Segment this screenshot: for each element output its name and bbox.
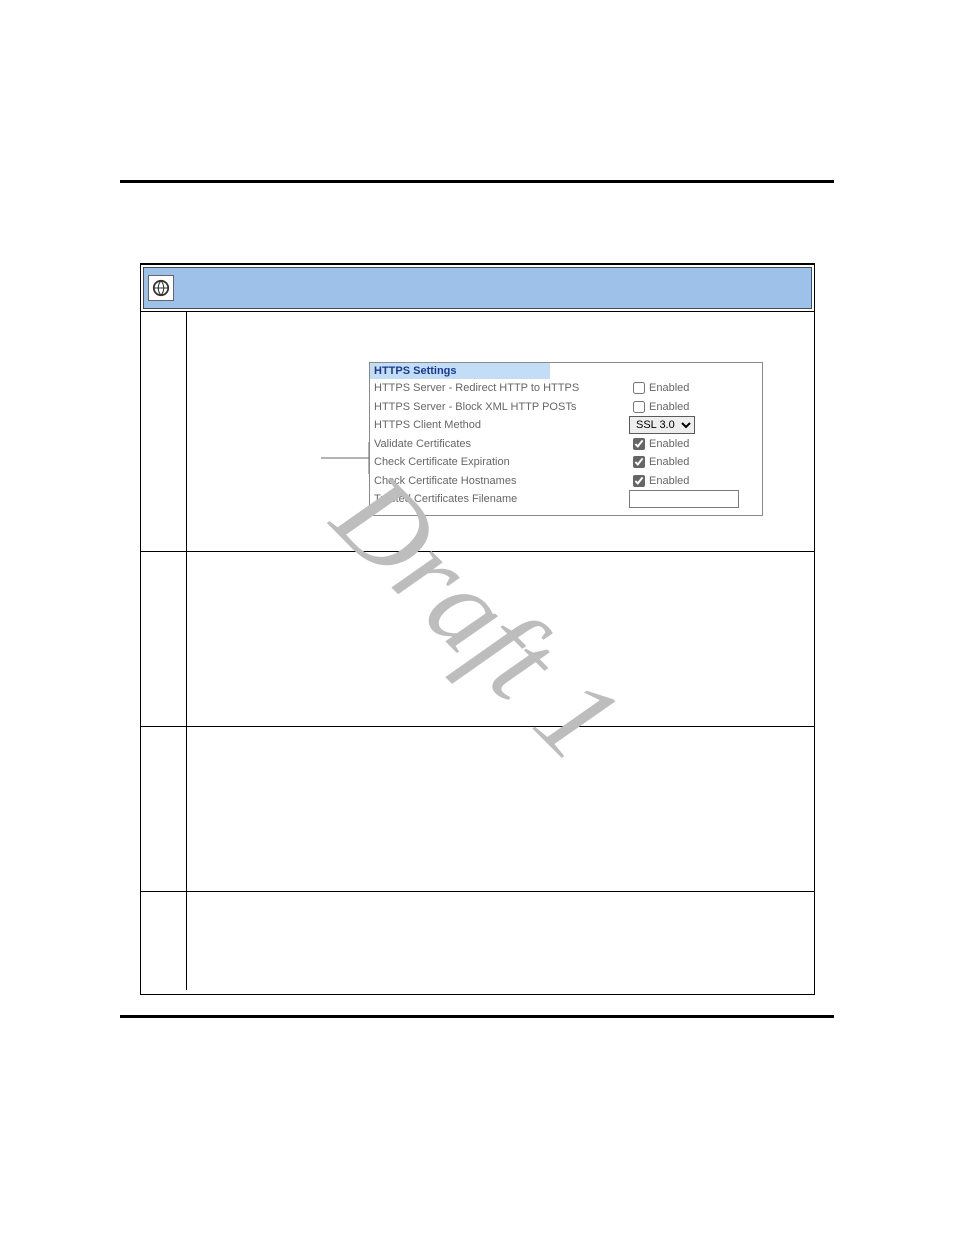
table-row: HTTPS Settings HTTPS Server - Redirect H… bbox=[141, 311, 814, 551]
row-label: Check Certificate Hostnames bbox=[374, 475, 629, 487]
table-row bbox=[141, 726, 814, 891]
row-label: Trusted Certificates Filename bbox=[374, 493, 629, 505]
table-header-row bbox=[143, 267, 812, 309]
row-label: Check Certificate Expiration bbox=[374, 456, 629, 468]
row-validate: Validate Certificates Enabled bbox=[370, 435, 762, 454]
checkbox-label: Enabled bbox=[649, 456, 689, 468]
table-row bbox=[141, 551, 814, 726]
row-redirect: HTTPS Server - Redirect HTTP to HTTPS En… bbox=[370, 379, 762, 398]
checkbox-label: Enabled bbox=[649, 401, 689, 413]
row-label: HTTPS Server - Block XML HTTP POSTs bbox=[374, 401, 629, 413]
client-method-select[interactable]: SSL 3.0 bbox=[629, 416, 695, 434]
https-settings-panel: HTTPS Settings HTTPS Server - Redirect H… bbox=[369, 362, 763, 516]
checkbox-label: Enabled bbox=[649, 438, 689, 450]
settings-table: HTTPS Settings HTTPS Server - Redirect H… bbox=[140, 263, 815, 995]
filename-input[interactable] bbox=[629, 490, 739, 508]
header-rule bbox=[120, 180, 834, 183]
redirect-checkbox[interactable] bbox=[633, 382, 645, 394]
table-row bbox=[141, 891, 814, 990]
row-label: HTTPS Server - Redirect HTTP to HTTPS bbox=[374, 382, 629, 394]
footer-rule bbox=[120, 1015, 834, 1018]
row-hostnames: Check Certificate Hostnames Enabled bbox=[370, 472, 762, 491]
panel-title: HTTPS Settings bbox=[370, 363, 550, 379]
row-label: HTTPS Client Method bbox=[374, 419, 629, 431]
block-xml-checkbox[interactable] bbox=[633, 401, 645, 413]
callout-bracket bbox=[321, 442, 371, 482]
checkbox-label: Enabled bbox=[649, 475, 689, 487]
globe-icon bbox=[148, 275, 174, 301]
row-client-method: HTTPS Client Method SSL 3.0 bbox=[370, 416, 762, 435]
hostnames-checkbox[interactable] bbox=[633, 475, 645, 487]
row-label: Validate Certificates bbox=[374, 438, 629, 450]
row-filename: Trusted Certificates Filename bbox=[370, 490, 762, 509]
row-block-xml: HTTPS Server - Block XML HTTP POSTs Enab… bbox=[370, 398, 762, 417]
row-expiration: Check Certificate Expiration Enabled bbox=[370, 453, 762, 472]
validate-checkbox[interactable] bbox=[633, 438, 645, 450]
checkbox-label: Enabled bbox=[649, 382, 689, 394]
expiration-checkbox[interactable] bbox=[633, 456, 645, 468]
